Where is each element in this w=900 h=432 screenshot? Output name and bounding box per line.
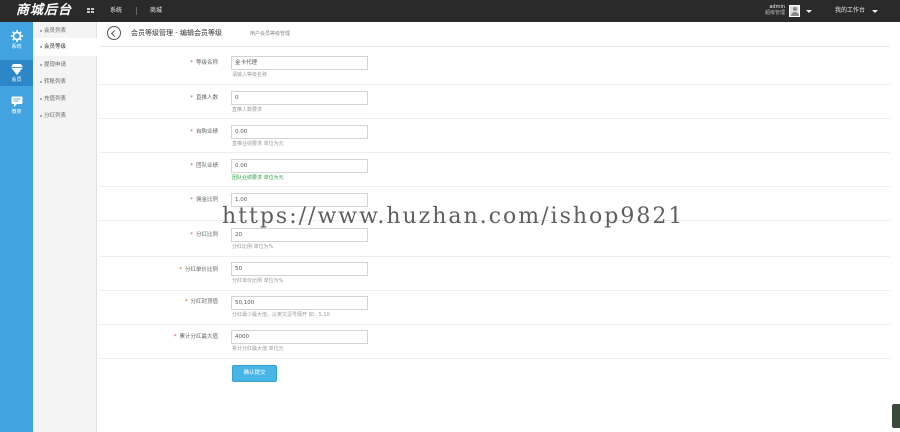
form-row-dividend-unit-ratio: * 分红单价比例 50 分红单价比例 单位为% bbox=[100, 257, 890, 291]
nav-divider bbox=[136, 7, 137, 15]
direct-count-input[interactable]: 0 bbox=[231, 91, 368, 105]
module-member[interactable]: 会员 bbox=[0, 60, 33, 86]
form-row-team-performance: * 团队业绩 0.00 团队业绩要求 单位为元 bbox=[100, 153, 890, 187]
field-label: * 分红比例 bbox=[190, 232, 218, 238]
gear-icon bbox=[10, 30, 23, 42]
form-row-direct-count: * 直推人数 0 直推人数要求 bbox=[100, 85, 890, 119]
admin-role: 超级管理 bbox=[765, 10, 786, 16]
field-help: 分红最少最大值，以英文逗号隔开 如：5,10 bbox=[232, 312, 330, 318]
chevron-down-icon[interactable] bbox=[872, 10, 878, 13]
self-performance-input[interactable]: 0.00 bbox=[231, 125, 368, 139]
module-label: 会员 bbox=[11, 77, 22, 83]
module-system[interactable]: 系统 bbox=[0, 26, 33, 52]
chevron-down-icon[interactable] bbox=[806, 10, 812, 13]
diamond-icon bbox=[10, 64, 23, 75]
field-help: 累计分红最大值 单位元 bbox=[232, 346, 284, 352]
field-help: 请输入等级名称 bbox=[232, 72, 268, 78]
field-help: 团队业绩要求 单位为元 bbox=[232, 175, 284, 181]
chat-icon bbox=[11, 96, 22, 107]
submenu-withdraw[interactable]: 提现申请 bbox=[33, 56, 97, 74]
page-description: 用户会员等级管理 bbox=[250, 31, 291, 37]
submenu-member-level[interactable]: 会员等级 bbox=[33, 38, 97, 56]
top-bar: 商城后台 系统 商城 admin 超级管理 我的工作台 bbox=[0, 0, 900, 22]
watermark-text: https://www.huzhan.com/ishop9821 bbox=[222, 204, 685, 229]
field-label: * 分红封顶值 bbox=[184, 299, 218, 305]
form-row-dividend-cap: * 分红封顶值 50,100 分红最少最大值，以英文逗号隔开 如：5,10 bbox=[100, 291, 890, 325]
field-label: * 佣金比例 bbox=[190, 197, 218, 203]
field-help: 直推业绩要求 单位为元 bbox=[232, 141, 284, 147]
submenu-recharge[interactable]: 充值列表 bbox=[33, 90, 97, 108]
field-help: 分红单价比例 单位为% bbox=[232, 278, 284, 284]
cumulative-dividend-max-input[interactable]: 4000 bbox=[231, 330, 368, 344]
field-label: * 团队业绩 bbox=[190, 163, 218, 169]
module-label: 微商 bbox=[11, 109, 22, 115]
nav-system[interactable]: 系统 bbox=[110, 0, 122, 22]
app-logo[interactable]: 商城后台 bbox=[0, 0, 78, 22]
page-title: 会员等级管理 - 编辑会员等级 bbox=[131, 29, 222, 37]
back-arrow-icon[interactable] bbox=[107, 26, 121, 40]
nav-mall[interactable]: 商城 bbox=[150, 0, 162, 22]
field-label: * 直推人数 bbox=[190, 95, 218, 101]
avatar[interactable] bbox=[789, 5, 800, 17]
level-name-input[interactable]: 金卡代理 bbox=[231, 56, 368, 70]
submit-button[interactable]: 确认提交 bbox=[232, 365, 277, 382]
admin-info[interactable]: admin 超级管理 bbox=[765, 4, 785, 16]
grid-menu-icon[interactable] bbox=[87, 8, 94, 14]
team-performance-input[interactable]: 0.00 bbox=[231, 159, 368, 173]
form-row-self-performance: * 自购业绩 0.00 直推业绩要求 单位为元 bbox=[100, 119, 890, 153]
submenu-dividend[interactable]: 分红列表 bbox=[33, 107, 97, 125]
field-label: * 累计分红最大值 bbox=[173, 334, 218, 340]
module-wechat[interactable]: 微商 bbox=[0, 92, 33, 118]
field-label: * 等级名称 bbox=[190, 60, 218, 66]
submenu-transfer[interactable]: 转账列表 bbox=[33, 73, 97, 91]
field-help: 直推人数要求 bbox=[232, 107, 263, 113]
module-sidebar: 系统 会员 微商 bbox=[0, 22, 33, 432]
field-label: * 分红单价比例 bbox=[179, 267, 218, 273]
form-row-cumulative-dividend-max: * 累计分红最大值 4000 累计分红最大值 单位元 bbox=[100, 325, 890, 359]
divider bbox=[100, 46, 890, 47]
sub-navigation: 会员列表 会员等级 提现申请 转账列表 充值列表 分红列表 bbox=[33, 22, 97, 432]
workbench-menu[interactable]: 我的工作台 bbox=[835, 0, 865, 22]
field-label: * 自购业绩 bbox=[190, 129, 218, 135]
dividend-cap-input[interactable]: 50,100 bbox=[231, 296, 368, 310]
module-label: 系统 bbox=[11, 44, 22, 50]
side-tab[interactable] bbox=[892, 404, 900, 428]
field-help: 分红比例 单位为% bbox=[232, 244, 274, 250]
form-row-level-name: * 等级名称 金卡代理 请输入等级名称 bbox=[100, 49, 890, 85]
dividend-unit-ratio-input[interactable]: 50 bbox=[231, 262, 368, 276]
